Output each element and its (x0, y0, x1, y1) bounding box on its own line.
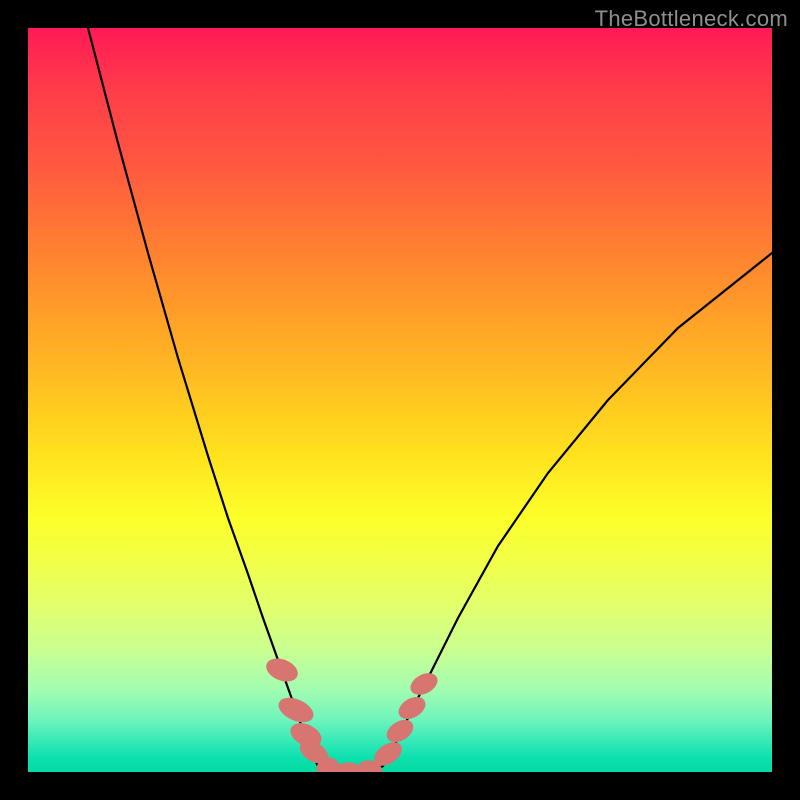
bottleneck-curve (28, 28, 772, 772)
bead (395, 693, 428, 723)
curve-right (383, 253, 772, 766)
watermark-text: TheBottleneck.com (595, 6, 788, 32)
bead (263, 655, 300, 686)
app-frame: TheBottleneck.com (0, 0, 800, 800)
bead (407, 669, 440, 698)
curve-left (88, 28, 318, 766)
chart-plot-area (28, 28, 772, 772)
bead-group (263, 655, 440, 772)
bead (383, 716, 416, 746)
bead (275, 694, 316, 727)
